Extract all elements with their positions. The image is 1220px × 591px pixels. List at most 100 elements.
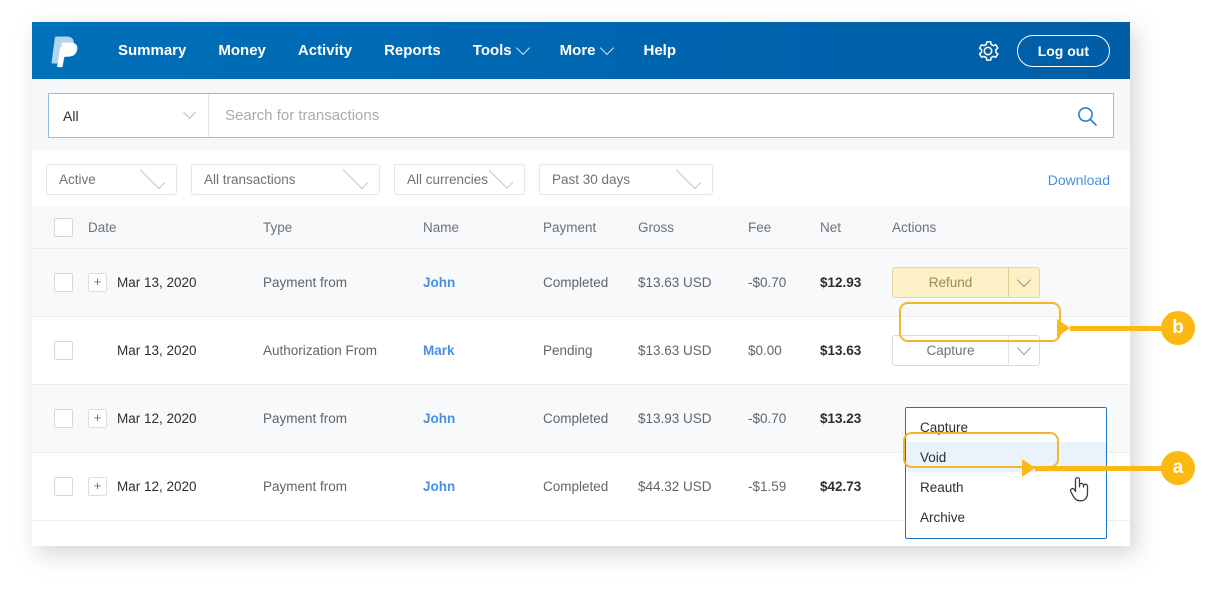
arrow-head-icon [1057, 319, 1070, 337]
annotation-badge-a: a [1161, 451, 1195, 485]
capture-split-button[interactable]: Capture [892, 335, 1040, 366]
column-header-date: Date [88, 220, 263, 235]
row-checkbox[interactable] [54, 273, 73, 292]
column-header-gross: Gross [638, 220, 748, 235]
chevron-down-icon [489, 164, 514, 189]
refund-button-label: Refund [893, 275, 1008, 290]
filter-currency-dropdown[interactable]: All currencies [394, 164, 525, 195]
filter-date-range-dropdown[interactable]: Past 30 days [539, 164, 713, 195]
cell-name: John [423, 411, 543, 426]
refund-dropdown-toggle[interactable] [1009, 278, 1039, 288]
search-input[interactable] [209, 94, 1061, 137]
row-select-cell [32, 409, 88, 428]
nav-item-label: Activity [298, 42, 352, 59]
cell-payment: Completed [543, 479, 638, 494]
nav-right-group: Log out [975, 35, 1114, 67]
annotation-badge-b: b [1161, 311, 1195, 345]
menu-item-capture[interactable]: Capture [906, 412, 1106, 442]
filter-value: All transactions [204, 172, 296, 187]
filter-value: Past 30 days [552, 172, 630, 187]
cell-name: John [423, 275, 543, 290]
paypal-logo-icon[interactable] [50, 34, 80, 68]
column-header-net: Net [820, 220, 882, 235]
capture-dropdown-toggle[interactable] [1009, 346, 1039, 356]
nav-item-help[interactable]: Help [628, 36, 693, 65]
cell-gross: $13.63 USD [638, 343, 748, 358]
search-section: All [32, 79, 1130, 150]
refund-split-button[interactable]: Refund [892, 267, 1040, 298]
cell-net: $13.63 [820, 343, 882, 358]
cell-payment: Completed [543, 275, 638, 290]
search-scope-value: All [63, 108, 79, 124]
filter-toolbar: Active All transactions All currencies P… [32, 150, 1130, 207]
expand-row-button[interactable]: + [88, 273, 107, 292]
cell-actions: Refund [882, 267, 1130, 298]
column-header-fee: Fee [748, 220, 820, 235]
select-all-cell [32, 218, 88, 237]
cell-date: + Mar 12, 2020 [88, 477, 263, 496]
cell-type: Authorization From [263, 343, 423, 358]
cell-type: Payment from [263, 479, 423, 494]
row-select-cell [32, 477, 88, 496]
chevron-down-icon [676, 164, 701, 189]
nav-item-label: Summary [118, 42, 186, 59]
cell-fee: $0.00 [748, 343, 820, 358]
column-header-payment: Payment [543, 220, 638, 235]
nav-item-more[interactable]: More [544, 36, 628, 65]
table-row[interactable]: Mar 13, 2020 Authorization From Mark Pen… [32, 317, 1130, 385]
annotation-b: b [1057, 311, 1195, 345]
cell-name: John [423, 479, 543, 494]
chevron-down-icon [599, 40, 613, 54]
cell-date: + Mar 13, 2020 [88, 273, 263, 292]
date-text: Mar 12, 2020 [117, 411, 197, 426]
menu-item-label: Capture [920, 420, 968, 435]
logout-button[interactable]: Log out [1017, 35, 1110, 67]
cell-payment: Pending [543, 343, 638, 358]
cell-gross: $13.63 USD [638, 275, 748, 290]
counterparty-link[interactable]: John [423, 479, 455, 494]
cell-gross: $13.93 USD [638, 411, 748, 426]
nav-item-summary[interactable]: Summary [102, 36, 202, 65]
counterparty-link[interactable]: John [423, 411, 455, 426]
chevron-down-icon [1017, 340, 1031, 354]
chevron-down-icon [1017, 272, 1031, 286]
nav-item-label: Money [218, 42, 266, 59]
top-navigation-bar: Summary Money Activity Reports Tools Mor… [32, 22, 1130, 79]
row-checkbox[interactable] [54, 409, 73, 428]
download-link[interactable]: Download [1048, 172, 1114, 188]
menu-item-archive[interactable]: Archive [906, 502, 1106, 532]
search-scope-dropdown[interactable]: All [49, 94, 209, 137]
table-row[interactable]: + Mar 13, 2020 Payment from John Complet… [32, 249, 1130, 317]
date-text: Mar 13, 2020 [117, 343, 197, 358]
cell-type: Payment from [263, 275, 423, 290]
table-header-row: Date Type Name Payment Gross Fee Net Act… [32, 207, 1130, 249]
chevron-down-icon [516, 40, 530, 54]
row-checkbox[interactable] [54, 477, 73, 496]
cell-fee: -$0.70 [748, 275, 820, 290]
filter-transaction-type-dropdown[interactable]: All transactions [191, 164, 380, 195]
arrow-head-icon [1022, 459, 1035, 477]
counterparty-link[interactable]: John [423, 275, 455, 290]
filter-status-dropdown[interactable]: Active [46, 164, 177, 195]
select-all-checkbox[interactable] [54, 218, 73, 237]
nav-links: Summary Money Activity Reports Tools Mor… [102, 36, 692, 65]
search-submit-button[interactable] [1061, 94, 1113, 137]
nav-item-activity[interactable]: Activity [282, 36, 368, 65]
cell-payment: Completed [543, 411, 638, 426]
cell-net: $42.73 [820, 479, 882, 494]
nav-item-reports[interactable]: Reports [368, 36, 457, 65]
gear-icon[interactable] [975, 38, 1001, 64]
expand-row-button[interactable]: + [88, 477, 107, 496]
nav-item-tools[interactable]: Tools [457, 36, 544, 65]
row-checkbox[interactable] [54, 341, 73, 360]
chevron-down-icon [343, 164, 368, 189]
nav-item-money[interactable]: Money [202, 36, 282, 65]
counterparty-link[interactable]: Mark [423, 343, 455, 358]
menu-item-label: Reauth [920, 480, 964, 495]
cell-net: $13.23 [820, 411, 882, 426]
filter-value: All currencies [407, 172, 488, 187]
cell-date: Mar 13, 2020 [88, 341, 263, 360]
expand-row-button[interactable]: + [88, 409, 107, 428]
menu-item-label: Void [920, 450, 946, 465]
search-icon [1076, 105, 1098, 127]
